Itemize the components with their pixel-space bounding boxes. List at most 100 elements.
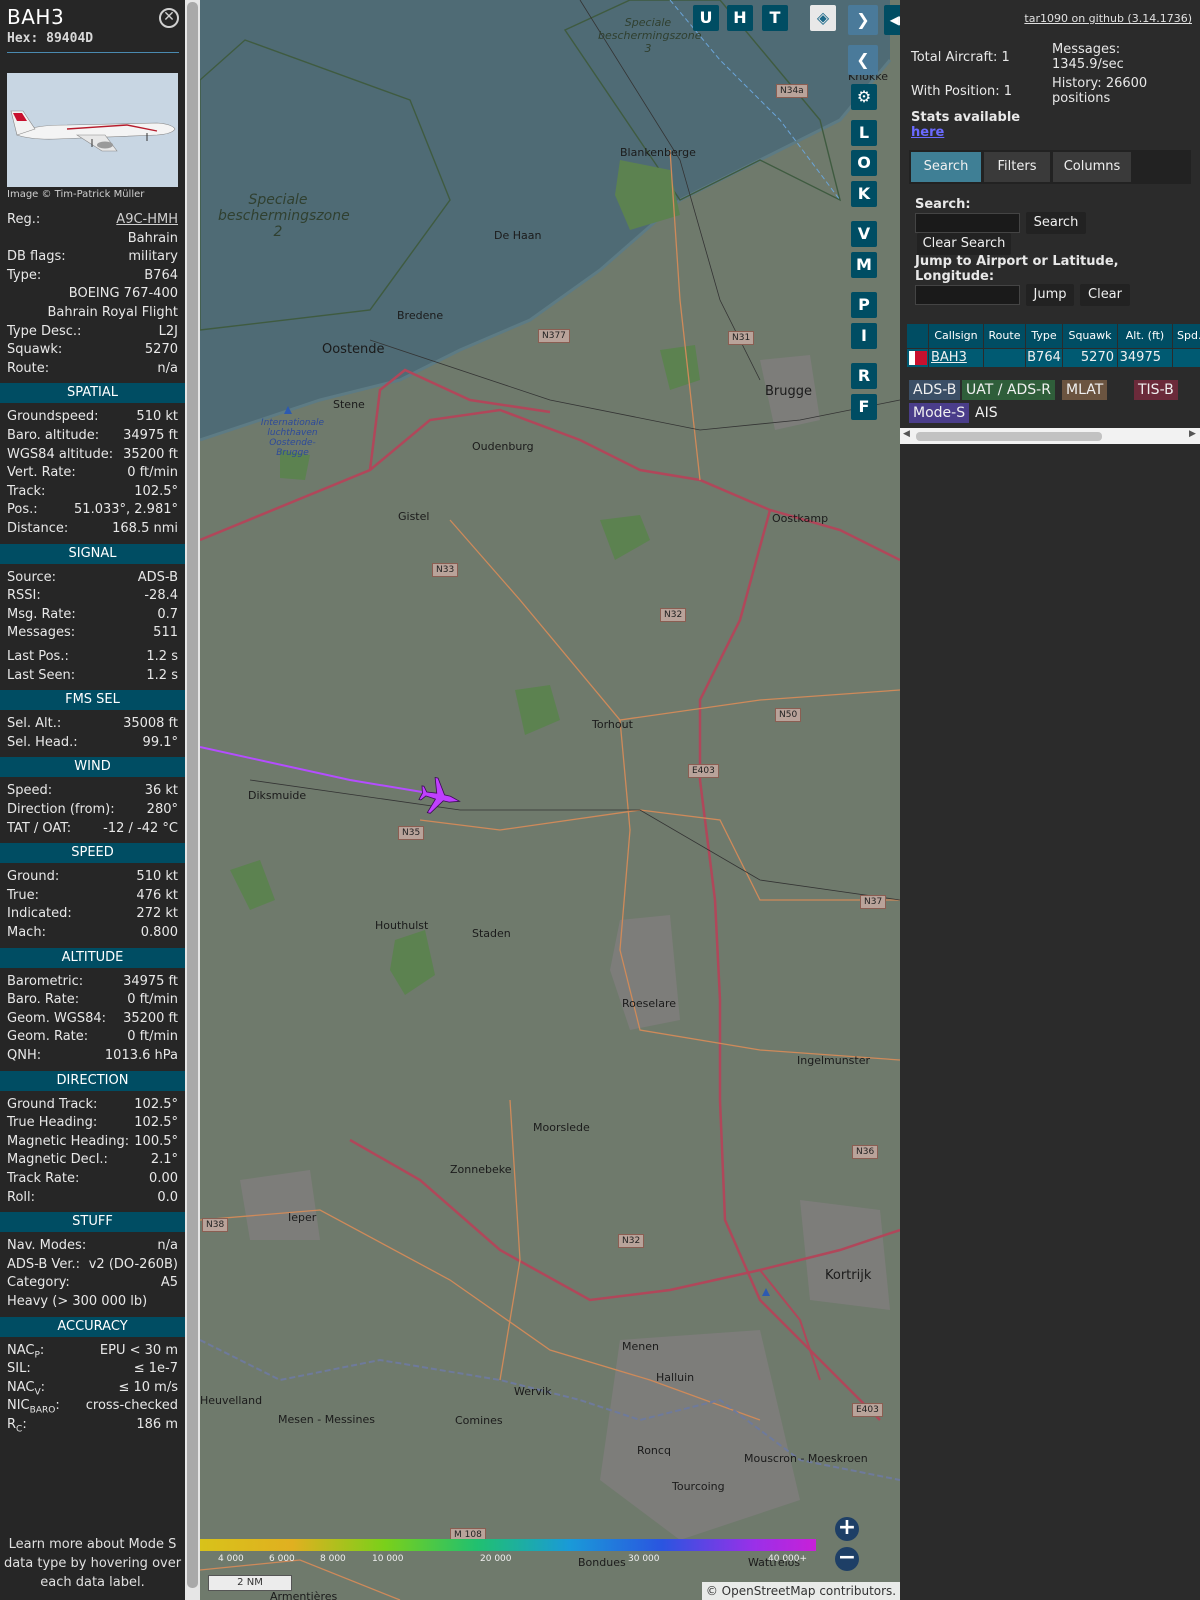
info-row-label[interactable]: WGS84 altitude:	[7, 447, 113, 462]
clear-search-button[interactable]: Clear Search	[917, 233, 1011, 255]
info-row-label[interactable]: Groundspeed:	[7, 409, 98, 424]
info-row-label[interactable]: Track:	[7, 484, 45, 499]
close-icon[interactable]: ✕	[159, 8, 179, 28]
table-header-squawk[interactable]: Squawk	[1063, 324, 1117, 348]
table-header-speed[interactable]: Spd.	[1173, 324, 1200, 348]
layers-icon[interactable]: ◈	[810, 5, 836, 31]
info-row-label[interactable]: Track Rate:	[7, 1171, 79, 1186]
table-header-callsign[interactable]: Callsign	[929, 324, 983, 348]
info-row: NACV: ≤ 10 m/s	[7, 1380, 178, 1398]
map-button-l[interactable]: L	[851, 120, 877, 146]
map-button-i[interactable]: I	[851, 323, 877, 349]
info-row-label[interactable]: Category:	[7, 1275, 70, 1290]
info-row-label[interactable]: Vert. Rate:	[7, 465, 76, 480]
info-row-label[interactable]: Baro. Rate:	[7, 992, 79, 1007]
map-button-h[interactable]: H	[727, 5, 753, 31]
info-scrollbar-thumb[interactable]	[187, 2, 198, 1588]
info-row-label[interactable]: Pos.:	[7, 502, 38, 517]
map-attribution[interactable]: © OpenStreetMap contributors.	[702, 1582, 900, 1600]
info-row-label[interactable]: Last Pos.:	[7, 649, 69, 664]
info-row-label[interactable]: NACV:	[7, 1380, 45, 1398]
map-button-v[interactable]: V	[851, 221, 877, 247]
info-row-label[interactable]: True Heading:	[7, 1115, 97, 1130]
clear-jump-button[interactable]: Clear	[1080, 284, 1130, 306]
info-row-label[interactable]: ADS-B Ver.:	[7, 1257, 80, 1272]
info-row-label[interactable]: Indicated:	[7, 906, 72, 921]
scroll-left-icon[interactable]: ◀	[903, 429, 910, 439]
info-row-label[interactable]: Baro. altitude:	[7, 428, 99, 443]
zoom-out-icon[interactable]: −	[835, 1547, 859, 1571]
info-row-label[interactable]: SIL:	[7, 1361, 31, 1376]
map-button-k[interactable]: K	[851, 181, 877, 207]
row-callsign[interactable]: BAH3	[929, 349, 983, 367]
info-row-label[interactable]: Geom. WGS84:	[7, 1011, 106, 1026]
map-canvas[interactable]: Speciale beschermingszone 3 Speciale bes…	[200, 0, 900, 1600]
info-row-label[interactable]: Mach:	[7, 925, 46, 940]
table-hscrollbar-thumb[interactable]	[916, 432, 1102, 441]
info-row-label[interactable]: Speed:	[7, 783, 52, 798]
search-input[interactable]	[915, 213, 1020, 233]
info-row-label[interactable]: Messages:	[7, 625, 75, 640]
search-button[interactable]: Search	[1026, 212, 1086, 234]
info-row-label[interactable]: Ground Track:	[7, 1097, 97, 1112]
info-row-label[interactable]: RC:	[7, 1417, 27, 1435]
chevron-right-icon[interactable]: ❯	[848, 5, 878, 35]
info-row-label[interactable]: Type Desc.:	[7, 324, 81, 339]
map-button-p[interactable]: P	[851, 292, 877, 318]
info-row-label[interactable]: QNH:	[7, 1048, 41, 1063]
info-row-label[interactable]: Nav. Modes:	[7, 1238, 86, 1253]
info-row-label[interactable]: Roll:	[7, 1190, 35, 1205]
info-row-label[interactable]: Barometric:	[7, 974, 83, 989]
info-row-label[interactable]: RSSI:	[7, 588, 41, 603]
chevron-left-icon[interactable]: ❮	[848, 45, 878, 75]
info-row-label[interactable]: Magnetic Decl.:	[7, 1152, 108, 1167]
info-row-label[interactable]: Sel. Head.:	[7, 735, 78, 750]
map-button-t[interactable]: T	[762, 5, 788, 31]
info-row-value[interactable]: A9C-HMH	[116, 212, 178, 227]
info-row-label[interactable]: Source:	[7, 570, 56, 585]
map-button-f[interactable]: F	[851, 394, 877, 420]
expand-toggle-icon[interactable]: ◀▶	[884, 5, 900, 35]
section-header-spatial: SPATIAL	[0, 383, 185, 404]
scroll-right-icon[interactable]: ▶	[1189, 429, 1196, 439]
info-row-label[interactable]: Last Seen:	[7, 668, 75, 683]
info-row-label[interactable]: Direction (from):	[7, 802, 115, 817]
info-row-label[interactable]: Distance:	[7, 521, 68, 536]
table-header-route[interactable]: Route	[984, 324, 1025, 348]
info-row-label[interactable]: Sel. Alt.:	[7, 716, 61, 731]
stats-link[interactable]: here	[911, 125, 944, 140]
settings-gear-icon[interactable]: ⚙	[851, 84, 877, 110]
info-row-label[interactable]: True:	[7, 888, 39, 903]
info-row-label[interactable]: Ground:	[7, 869, 59, 884]
map-button-m[interactable]: M	[851, 252, 877, 278]
table-header-altitude[interactable]: Alt. (ft)	[1118, 324, 1172, 348]
tab-filters[interactable]: Filters	[984, 152, 1050, 182]
info-row-label[interactable]: DB flags:	[7, 249, 66, 264]
info-row-label[interactable]: Reg.:	[7, 212, 40, 227]
info-row-label[interactable]: NICBARO:	[7, 1398, 60, 1416]
info-row-label[interactable]: Geom. Rate:	[7, 1029, 88, 1044]
info-row-label[interactable]: Route:	[7, 361, 49, 376]
jump-input[interactable]	[915, 285, 1020, 305]
map-button-r[interactable]: R	[851, 363, 877, 389]
tab-columns[interactable]: Columns	[1053, 152, 1131, 182]
section-header-fms: FMS SEL	[0, 690, 185, 711]
tab-search[interactable]: Search	[911, 152, 981, 182]
aircraft-photo[interactable]	[7, 73, 178, 187]
jump-button[interactable]: Jump	[1026, 284, 1074, 306]
info-row-label[interactable]: Heavy (> 300 000 lb)	[7, 1294, 147, 1309]
info-row-label[interactable]: TAT / OAT:	[7, 821, 71, 836]
info-row-label[interactable]: Magnetic Heading:	[7, 1134, 129, 1149]
info-row-label[interactable]: Squawk:	[7, 342, 62, 357]
info-row-label[interactable]: NACP:	[7, 1343, 44, 1361]
scale-bar: 2 NM	[208, 1575, 292, 1591]
zoom-in-icon[interactable]: +	[835, 1517, 859, 1541]
map-button-o[interactable]: O	[851, 150, 877, 176]
info-row-label[interactable]: Type:	[7, 268, 41, 283]
aircraft-icon[interactable]	[417, 775, 464, 819]
info-row-label[interactable]: Msg. Rate:	[7, 607, 76, 622]
github-link[interactable]: tar1090 on github (3.14.1736)	[1024, 12, 1192, 25]
info-row: Squawk: 5270	[7, 342, 178, 360]
table-header-type[interactable]: Type	[1026, 324, 1062, 348]
map-button-u[interactable]: U	[693, 5, 719, 31]
